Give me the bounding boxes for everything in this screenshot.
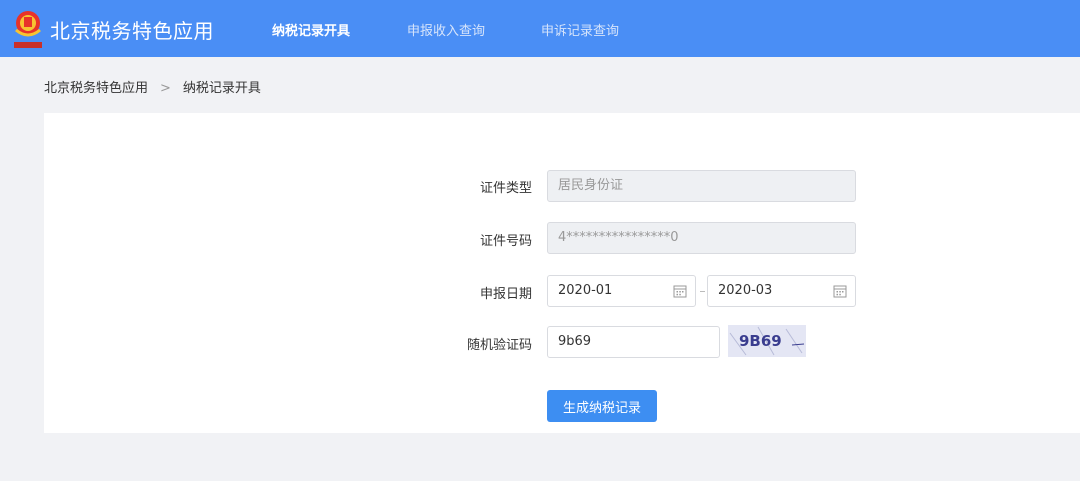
- calendar-icon[interactable]: [673, 284, 687, 298]
- breadcrumb-root[interactable]: 北京税务特色应用: [44, 81, 148, 96]
- end-date-value: 2020-03: [718, 283, 773, 298]
- tax-emblem-logo: [14, 11, 42, 48]
- end-date-picker[interactable]: 2020-03: [707, 275, 856, 307]
- app-title: 北京税务特色应用: [50, 19, 214, 43]
- start-date-value: 2020-01: [558, 283, 613, 298]
- top-navbar: 北京税务特色应用 纳税记录开具 申报收入查询 申诉记录查询: [0, 0, 1080, 57]
- id-number-label: 证件号码: [479, 234, 532, 249]
- nav-tax-record-issue[interactable]: 纳税记录开具: [272, 20, 350, 39]
- breadcrumb: 北京税务特色应用 > 纳税记录开具: [44, 77, 261, 96]
- breadcrumb-current: 纳税记录开具: [182, 81, 261, 96]
- captcha-image[interactable]: 9B69: [728, 325, 806, 357]
- nav-appeal-query[interactable]: 申诉记录查询: [541, 20, 619, 39]
- report-date-label: 申报日期: [479, 287, 532, 302]
- breadcrumb-separator: >: [160, 81, 171, 96]
- captcha-image-text: 9B69: [739, 332, 782, 350]
- date-range-dash: [700, 291, 705, 292]
- captcha-label: 随机验证码: [466, 338, 532, 353]
- id-type-field: 居民身份证: [547, 170, 856, 202]
- generate-tax-record-button[interactable]: 生成纳税记录: [547, 390, 657, 422]
- id-type-label: 证件类型: [479, 181, 532, 196]
- form-panel: [44, 113, 1080, 433]
- captcha-input[interactable]: 9b69: [547, 326, 720, 358]
- calendar-icon[interactable]: [833, 284, 847, 298]
- nav-income-query[interactable]: 申报收入查询: [407, 20, 485, 39]
- id-number-field: 4****************0: [547, 222, 856, 254]
- start-date-picker[interactable]: 2020-01: [547, 275, 696, 307]
